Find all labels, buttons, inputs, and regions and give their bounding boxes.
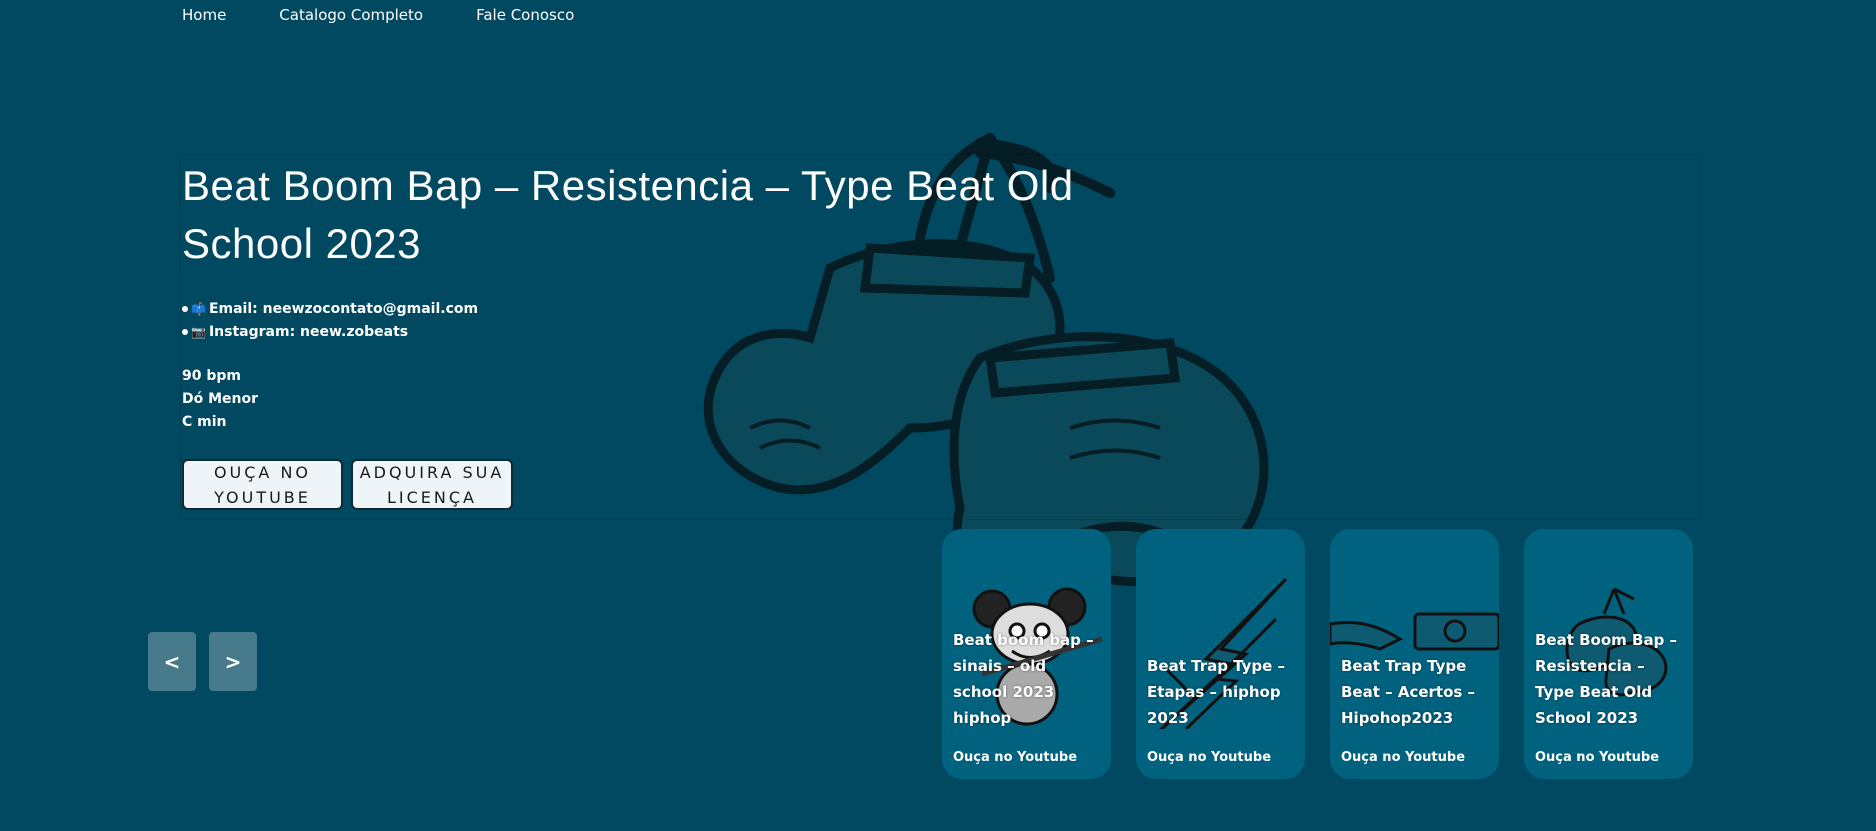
bullet-icon [182,328,188,335]
beat-card[interactable]: Beat Trap Type – Etapas – hiphop 2023 Ou… [1136,529,1305,779]
contact-info: 📫 Email: neewzocontato@gmail.com 📷 Insta… [182,297,478,343]
contact-email-text: Email: neewzocontato@gmail.com [208,300,479,317]
contact-instagram-row: 📷 Instagram: neew.zobeats [182,320,478,343]
beat-card-youtube-link[interactable]: Ouça no Youtube [1147,750,1271,765]
beat-card-title: Beat Boom Bap – Resistencia – Type Beat … [1535,631,1678,727]
beat-card[interactable]: Beat Trap Type Beat – Acertos – Hipohop2… [1330,529,1499,779]
listen-youtube-button[interactable]: OUÇA NO YOUTUBE [182,459,343,510]
bullet-icon [182,305,188,312]
beat-card[interactable]: Beat boom bap – sinais – old school 2023… [942,529,1111,779]
spec-key: Dó Menor [182,391,259,407]
page: Home Catalogo Completo Fale Conosco Beat… [0,0,1876,831]
beat-card[interactable]: Beat Boom Bap – Resistencia – Type Beat … [1524,529,1693,779]
nav-catalogo-completo[interactable]: Catalogo Completo [279,6,423,24]
beat-card-youtube-link[interactable]: Ouça no Youtube [1341,750,1465,765]
spec-key-short: C min [182,414,227,430]
beat-card-title: Beat Trap Type Beat – Acertos – Hipohop2… [1341,657,1476,727]
beat-card-youtube-link[interactable]: Ouça no Youtube [953,750,1077,765]
beat-specs: 90 bpm Dó Menor C min [182,365,258,434]
page-title: Beat Boom Bap – Resistencia – Type Beat … [182,162,1074,267]
contact-email-row: 📫 Email: neewzocontato@gmail.com [182,297,478,320]
buy-license-button[interactable]: ADQUIRA SUA LICENÇA [351,459,513,510]
spec-bpm: 90 bpm [182,368,241,384]
nav-fale-conosco[interactable]: Fale Conosco [476,6,574,24]
carousel-prev-button[interactable]: < [148,632,196,691]
top-nav: Home Catalogo Completo Fale Conosco [182,6,574,24]
nav-home[interactable]: Home [182,6,226,24]
camera-icon: 📷 [191,324,206,339]
beat-card-title: Beat boom bap – sinais – old school 2023… [953,631,1094,727]
beat-card-youtube-link[interactable]: Ouça no Youtube [1535,750,1659,765]
mailbox-icon: 📫 [191,301,206,316]
contact-instagram-text: Instagram: neew.zobeats [208,323,409,340]
carousel-next-button[interactable]: > [209,632,257,691]
beat-card-title: Beat Trap Type – Etapas – hiphop 2023 [1147,657,1286,727]
